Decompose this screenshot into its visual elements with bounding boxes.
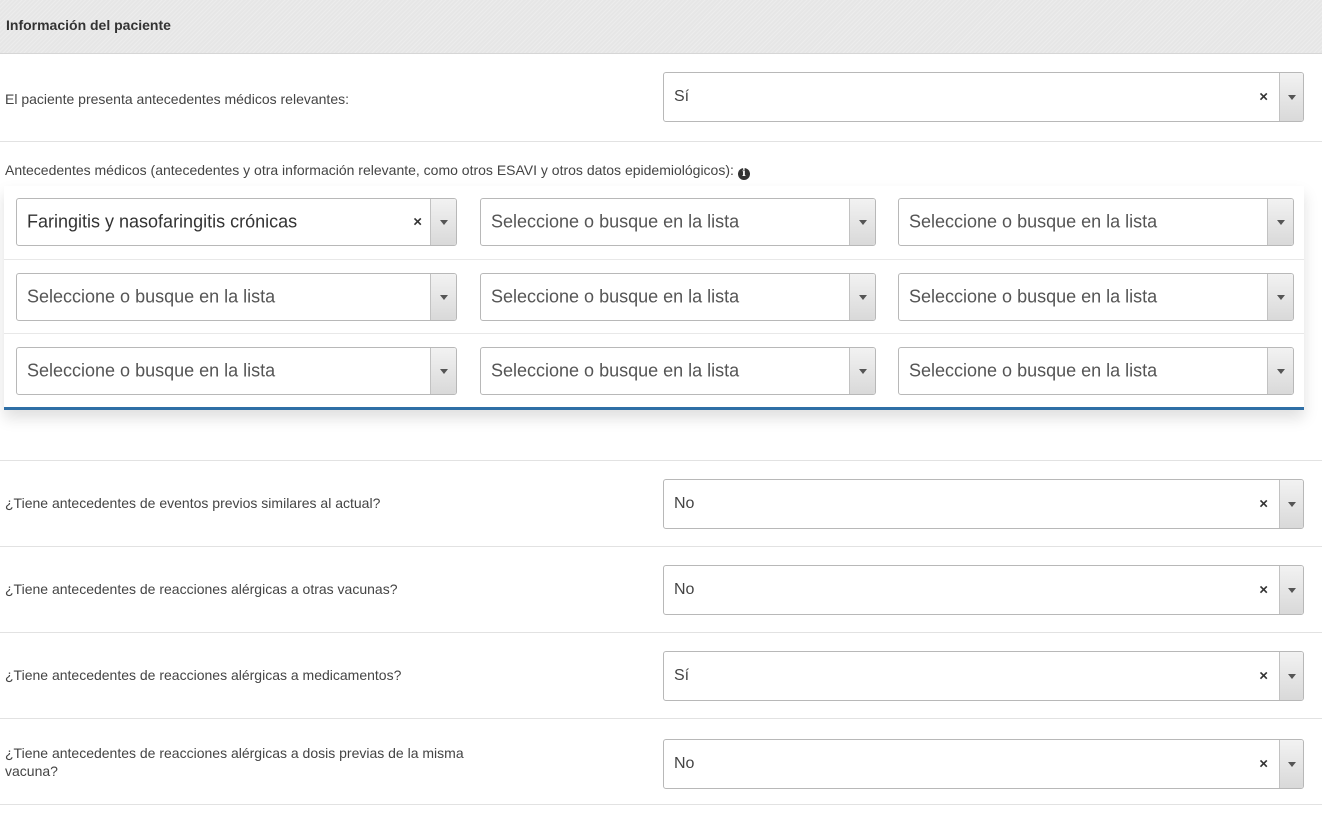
chevron-down-icon[interactable] <box>849 199 875 245</box>
chevron-down-icon[interactable] <box>1267 274 1293 320</box>
clear-icon[interactable]: × <box>1259 89 1268 106</box>
chevron-down-icon[interactable] <box>1279 652 1303 700</box>
antecedents-label-wrap: Antecedentes médicos (antecedentes y otr… <box>5 162 750 180</box>
section-header: Información del paciente <box>0 0 1322 54</box>
question-select[interactable]: No × <box>663 479 1304 529</box>
grid-divider <box>4 333 1304 334</box>
selected-value: Sí <box>674 88 690 105</box>
question-label-line2: vacuna? <box>5 763 58 779</box>
question-row: ¿Tiene antecedentes de reacciones alérgi… <box>0 719 1322 805</box>
select-placeholder: Seleccione o busque en la lista <box>491 211 740 232</box>
chevron-down-icon[interactable] <box>1279 740 1303 788</box>
question-select[interactable]: No × <box>663 739 1304 789</box>
chevron-down-icon[interactable] <box>430 199 456 245</box>
question-row: ¿Tiene antecedentes de reacciones alérgi… <box>0 547 1322 633</box>
chevron-down-icon[interactable] <box>1279 73 1303 121</box>
chevron-down-icon[interactable] <box>849 274 875 320</box>
antecedent-select-6[interactable]: Seleccione o busque en la lista <box>898 273 1294 321</box>
antecedent-select-2[interactable]: Seleccione o busque en la lista <box>480 198 876 246</box>
chevron-down-icon[interactable] <box>430 348 456 394</box>
antecedent-select-3[interactable]: Seleccione o busque en la lista <box>898 198 1294 246</box>
select-placeholder: Seleccione o busque en la lista <box>27 360 276 381</box>
question-label-line1: ¿Tiene antecedentes de reacciones alérgi… <box>5 745 464 761</box>
question-label: ¿Tiene antecedentes de reacciones alérgi… <box>5 744 464 780</box>
antecedents-grid: Faringitis y nasofaringitis crónicas × S… <box>4 186 1304 410</box>
select-placeholder: Seleccione o busque en la lista <box>909 211 1158 232</box>
medical-history-row: El paciente presenta antecedentes médico… <box>0 55 1322 142</box>
selected-value: No <box>674 755 695 772</box>
question-select[interactable]: Sí × <box>663 651 1304 701</box>
select-placeholder: Seleccione o busque en la lista <box>491 360 740 381</box>
select-placeholder: Seleccione o busque en la lista <box>27 286 276 307</box>
clear-icon[interactable]: × <box>1259 496 1268 513</box>
chevron-down-icon[interactable] <box>1267 348 1293 394</box>
chevron-down-icon[interactable] <box>430 274 456 320</box>
question-row: ¿Tiene antecedentes de reacciones alérgi… <box>0 633 1322 719</box>
question-select[interactable]: No × <box>663 565 1304 615</box>
antecedent-select-8[interactable]: Seleccione o busque en la lista <box>480 347 876 395</box>
question-label: ¿Tiene antecedentes de reacciones alérgi… <box>5 667 402 683</box>
selected-value: No <box>674 495 695 512</box>
chevron-down-icon[interactable] <box>849 348 875 394</box>
select-placeholder: Seleccione o busque en la lista <box>909 360 1158 381</box>
antecedent-select-7[interactable]: Seleccione o busque en la lista <box>16 347 457 395</box>
antecedent-select-5[interactable]: Seleccione o busque en la lista <box>480 273 876 321</box>
medical-history-select[interactable]: Sí × <box>663 72 1304 122</box>
info-circle-icon[interactable]: i <box>737 168 750 180</box>
selected-value: Faringitis y nasofaringitis crónicas <box>27 211 298 232</box>
selected-value: Sí <box>674 667 690 684</box>
question-label: ¿Tiene antecedentes de reacciones alérgi… <box>5 581 398 597</box>
clear-icon[interactable]: × <box>1259 668 1268 685</box>
antecedent-select-9[interactable]: Seleccione o busque en la lista <box>898 347 1294 395</box>
clear-icon[interactable]: × <box>413 214 422 231</box>
medical-history-label: El paciente presenta antecedentes médico… <box>5 91 349 107</box>
select-placeholder: Seleccione o busque en la lista <box>909 286 1158 307</box>
section-title: Información del paciente <box>6 17 171 33</box>
chevron-down-icon[interactable] <box>1267 199 1293 245</box>
clear-icon[interactable]: × <box>1259 582 1268 599</box>
chevron-down-icon[interactable] <box>1279 480 1303 528</box>
antecedent-select-1[interactable]: Faringitis y nasofaringitis crónicas × <box>16 198 457 246</box>
question-row: ¿Tiene antecedentes de eventos previos s… <box>0 461 1322 547</box>
chevron-down-icon[interactable] <box>1279 566 1303 614</box>
grid-divider <box>4 259 1304 260</box>
selected-value: No <box>674 581 695 598</box>
select-placeholder: Seleccione o busque en la lista <box>491 286 740 307</box>
antecedent-select-4[interactable]: Seleccione o busque en la lista <box>16 273 457 321</box>
antecedents-label: Antecedentes médicos (antecedentes y otr… <box>5 162 734 178</box>
clear-icon[interactable]: × <box>1259 756 1268 773</box>
question-label: ¿Tiene antecedentes de eventos previos s… <box>5 495 381 511</box>
